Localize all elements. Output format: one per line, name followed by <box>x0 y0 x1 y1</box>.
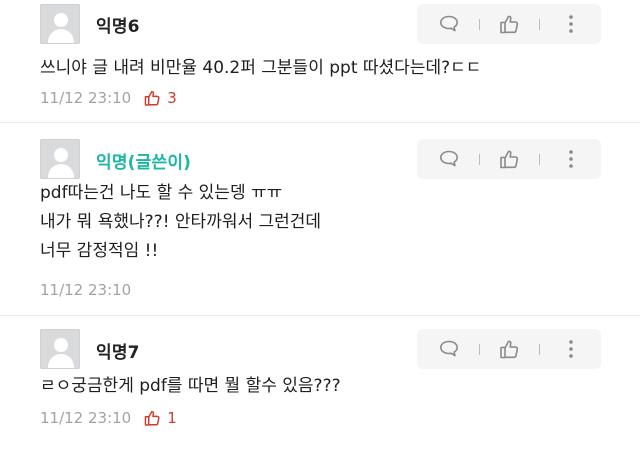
like-count: 1 <box>143 409 177 427</box>
like-button[interactable] <box>491 329 527 369</box>
like-count-value: 1 <box>167 409 177 427</box>
speech-bubble-icon <box>440 15 458 32</box>
separator <box>539 19 540 30</box>
comment-meta: 11/12 23:10 <box>40 281 131 299</box>
thumbs-up-icon <box>500 340 519 359</box>
vertical-dots-icon <box>569 150 573 168</box>
reply-button[interactable] <box>431 329 467 369</box>
separator <box>479 344 480 355</box>
comment-meta: 11/12 23:10 1 <box>40 409 177 427</box>
reply-button[interactable] <box>431 139 467 179</box>
speech-bubble-icon <box>440 340 458 357</box>
timestamp: 11/12 23:10 <box>40 281 132 299</box>
comment-author-op: 익명(글쓴이) <box>96 153 192 173</box>
avatar <box>40 329 80 369</box>
more-options-button[interactable] <box>553 139 589 179</box>
comment-line: pdf따는건 나도 할 수 있는뎅 ㅠㅠ <box>40 183 283 203</box>
thumbs-up-icon <box>500 15 519 34</box>
avatar <box>40 4 80 44</box>
comment-action-bar <box>417 139 601 179</box>
comment-line: ㄹㅇ궁금한게 pdf를 따면 뭘 할수 있음??? <box>40 376 341 396</box>
separator <box>479 154 480 165</box>
more-options-button[interactable] <box>553 4 589 44</box>
thumbs-up-outline-icon <box>144 411 160 426</box>
comment-text: pdf따는건 나도 할 수 있는뎅 ㅠㅠ 내가 뭐 욕했나??! 안타까워서 그… <box>40 179 321 266</box>
timestamp: 11/12 23:10 <box>40 409 132 427</box>
thumbs-up-outline-icon <box>144 91 160 106</box>
timestamp: 11/12 23:10 <box>40 89 132 107</box>
separator <box>539 344 540 355</box>
thumbs-up-icon <box>500 150 519 169</box>
comment-text: 쓰니야 글 내려 비만율 40.2퍼 그분들이 ppt 따셨다는데?ㄷㄷ <box>40 54 481 83</box>
speech-bubble-icon <box>440 150 458 167</box>
comment-line: 너무 감정적임 !! <box>40 241 159 261</box>
separator <box>539 154 540 165</box>
more-options-button[interactable] <box>553 329 589 369</box>
comment-meta: 11/12 23:10 3 <box>40 89 177 107</box>
vertical-dots-icon <box>569 340 573 358</box>
comment-action-bar <box>417 329 601 369</box>
comment-text: ㄹㅇ궁금한게 pdf를 따면 뭘 할수 있음??? <box>40 372 341 401</box>
comment-author: 익명7 <box>96 343 140 363</box>
comment-item: 익명6 쓰니야 글 내려 비만율 40.2퍼 그분들이 ppt 따셨다는데?ㄷㄷ… <box>0 0 640 122</box>
comment-action-bar <box>417 4 601 44</box>
avatar <box>40 139 80 179</box>
like-count-value: 3 <box>167 89 177 107</box>
comment-item: 익명7 ㄹㅇ궁금한게 pdf를 따면 뭘 할수 있음??? 11/12 23:1… <box>0 316 640 451</box>
like-count: 3 <box>143 89 177 107</box>
vertical-dots-icon <box>569 15 573 33</box>
comment-author: 익명6 <box>96 17 140 37</box>
comment-line: 쓰니야 글 내려 비만율 40.2퍼 그분들이 ppt 따셨다는데?ㄷㄷ <box>40 58 482 78</box>
like-button[interactable] <box>491 139 527 179</box>
separator <box>479 19 480 30</box>
like-button[interactable] <box>491 4 527 44</box>
comment-item: 익명(글쓴이) pdf따는건 나도 할 수 있는뎅 ㅠㅠ 내가 뭐 욕했나??!… <box>0 123 640 315</box>
reply-button[interactable] <box>431 4 467 44</box>
comment-line: 내가 뭐 욕했나??! 안타까워서 그런건데 <box>40 212 322 232</box>
